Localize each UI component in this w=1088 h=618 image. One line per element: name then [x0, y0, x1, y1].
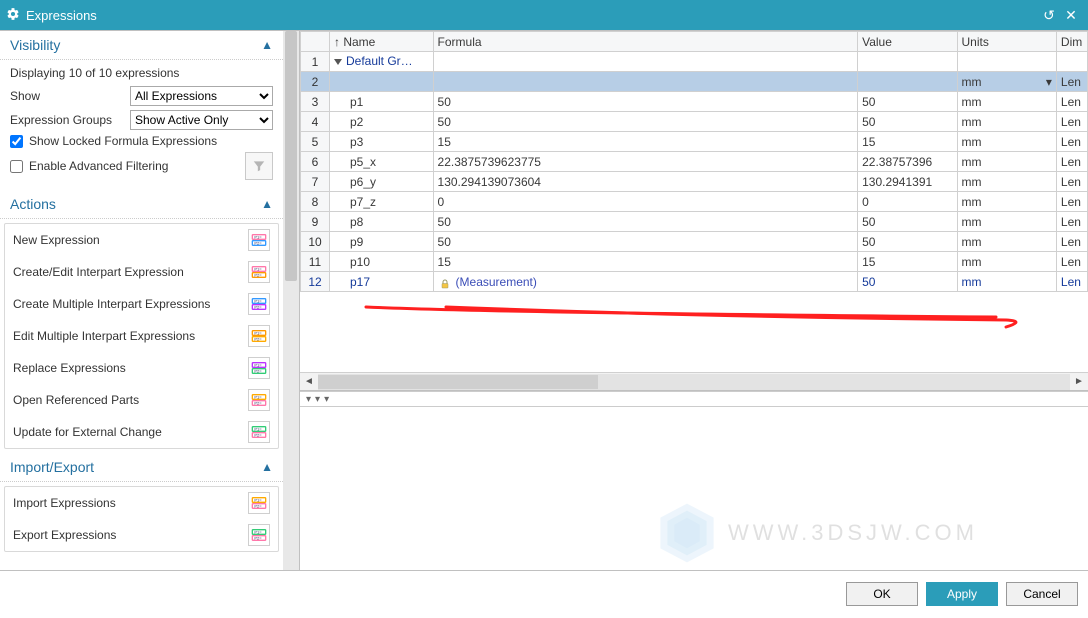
expression-grid[interactable]: ↑ Name Formula Value Units Dim 1 Default…	[300, 31, 1088, 292]
action-icon[interactable]: P1=P2=	[248, 293, 270, 315]
svg-text:P1=: P1=	[254, 235, 262, 240]
col-name[interactable]: ↑ Name	[329, 32, 433, 52]
bottom-panel: WWW.3DSJW.COM	[300, 407, 1088, 570]
gear-icon	[6, 7, 20, 24]
titlebar: Expressions ↺ ✕	[0, 0, 1088, 30]
svg-text:P2=: P2=	[254, 369, 262, 374]
advanced-filter-checkbox[interactable]	[10, 160, 23, 173]
filter-button[interactable]	[245, 152, 273, 180]
svg-text:P1=: P1=	[254, 395, 262, 400]
expression-row[interactable]: 7p6_y130.294139073604130.2941391mmLen	[301, 172, 1088, 192]
section-import-export-title: Import/Export	[10, 459, 94, 475]
action-create-edit-interpart-expression[interactable]: Create/Edit Interpart ExpressionP1=P2=	[5, 256, 278, 288]
chevron-up-icon: ▲	[261, 460, 273, 474]
action-icon[interactable]: P1=P2=	[248, 421, 270, 443]
col-value[interactable]: Value	[858, 32, 957, 52]
dropdown-icon[interactable]: ▾	[1046, 75, 1052, 89]
left-panel: Visibility ▲ Displaying 10 of 10 express…	[0, 31, 300, 570]
close-icon[interactable]: ✕	[1060, 7, 1082, 24]
action-edit-multiple-interpart-expressions[interactable]: Edit Multiple Interpart ExpressionsP1=P2…	[5, 320, 278, 352]
expand-icon[interactable]	[334, 59, 342, 65]
left-scrollbar[interactable]	[283, 31, 299, 570]
expression-row[interactable]: 6p5_x22.387573962377522.38757396mmLen	[301, 152, 1088, 172]
svg-text:P2=: P2=	[254, 337, 262, 342]
cancel-button[interactable]: Cancel	[1006, 582, 1078, 606]
show-label: Show	[10, 89, 130, 103]
section-visibility-header[interactable]: Visibility ▲	[0, 31, 283, 60]
window-title: Expressions	[26, 8, 97, 23]
groups-label: Expression Groups	[10, 113, 130, 127]
action-icon[interactable]: P1=P2=	[248, 325, 270, 347]
col-dim[interactable]: Dim	[1056, 32, 1087, 52]
watermark: WWW.3DSJW.COM	[652, 498, 978, 568]
col-formula[interactable]: Formula	[433, 32, 858, 52]
section-visibility-title: Visibility	[10, 37, 60, 53]
new-row[interactable]: 2 mm▾ Len	[301, 72, 1088, 92]
svg-text:P1=: P1=	[254, 267, 262, 272]
action-icon[interactable]: P1=P2=	[248, 229, 270, 251]
svg-text:P1=: P1=	[254, 498, 262, 503]
undo-icon[interactable]: ↺	[1038, 7, 1060, 24]
expression-row[interactable]: 10p95050mmLen	[301, 232, 1088, 252]
expression-row[interactable]: 3p15050mmLen	[301, 92, 1088, 112]
show-locked-label: Show Locked Formula Expressions	[29, 134, 217, 148]
advanced-filter-label: Enable Advanced Filtering	[29, 159, 168, 173]
section-actions-header[interactable]: Actions ▲	[0, 190, 283, 219]
svg-text:P2=: P2=	[254, 305, 262, 310]
section-import-export-header[interactable]: Import/Export ▲	[0, 453, 283, 482]
expression-row[interactable]: 8p7_z00mmLen	[301, 192, 1088, 212]
svg-text:P2=: P2=	[254, 401, 262, 406]
col-units[interactable]: Units	[957, 32, 1056, 52]
right-panel: ↑ Name Formula Value Units Dim 1 Default…	[300, 31, 1088, 570]
action-icon[interactable]: P1=P2=	[248, 389, 270, 411]
svg-text:P1=: P1=	[254, 299, 262, 304]
expression-row[interactable]: 5p31515mmLen	[301, 132, 1088, 152]
svg-text:P1=: P1=	[254, 331, 262, 336]
action-new-expression[interactable]: New ExpressionP1=P2=	[5, 224, 278, 256]
svg-text:P1=: P1=	[254, 363, 262, 368]
col-rownum	[301, 32, 330, 52]
ok-button[interactable]: OK	[846, 582, 918, 606]
svg-text:P2=: P2=	[254, 536, 262, 541]
svg-text:P1=: P1=	[254, 530, 262, 535]
visibility-summary: Displaying 10 of 10 expressions	[10, 66, 273, 80]
action-icon[interactable]: P1=P2=	[248, 261, 270, 283]
section-actions-title: Actions	[10, 196, 56, 212]
expression-row[interactable]: 12p17(Measurement)50mmLen	[301, 272, 1088, 292]
action-replace-expressions[interactable]: Replace ExpressionsP1=P2=	[5, 352, 278, 384]
chevron-up-icon: ▲	[261, 38, 273, 52]
show-locked-checkbox[interactable]	[10, 135, 23, 148]
action-update-for-external-change[interactable]: Update for External ChangeP1=P2=	[5, 416, 278, 448]
expression-row[interactable]: 11p101515mmLen	[301, 252, 1088, 272]
action-create-multiple-interpart-expressions[interactable]: Create Multiple Interpart ExpressionsP1=…	[5, 288, 278, 320]
chevron-up-icon: ▲	[261, 197, 273, 211]
expression-row[interactable]: 4p25050mmLen	[301, 112, 1088, 132]
show-select[interactable]: All Expressions	[130, 86, 273, 106]
groups-select[interactable]: Show Active Only	[130, 110, 273, 130]
action-icon[interactable]: P1=P2=	[248, 357, 270, 379]
lock-icon	[438, 276, 452, 288]
svg-text:P1=: P1=	[254, 427, 262, 432]
svg-text:P2=: P2=	[254, 241, 262, 246]
action-open-referenced-parts[interactable]: Open Referenced PartsP1=P2=	[5, 384, 278, 416]
dialog-footer: OK Apply Cancel	[0, 570, 1088, 616]
group-row[interactable]: 1 Default Gr…	[301, 52, 1088, 72]
apply-button[interactable]: Apply	[926, 582, 998, 606]
grid-h-scrollbar[interactable]: ◄►	[300, 372, 1088, 390]
svg-text:P2=: P2=	[254, 504, 262, 509]
svg-text:P2=: P2=	[254, 433, 262, 438]
svg-text:P2=: P2=	[254, 273, 262, 278]
action-icon[interactable]: P1=P2=	[248, 524, 270, 546]
expression-row[interactable]: 9p85050mmLen	[301, 212, 1088, 232]
chevron-bar[interactable]: ▾▾▾	[300, 391, 1088, 407]
ie-export-expressions[interactable]: Export ExpressionsP1=P2=	[5, 519, 278, 551]
action-icon[interactable]: P1=P2=	[248, 492, 270, 514]
ie-import-expressions[interactable]: Import ExpressionsP1=P2=	[5, 487, 278, 519]
